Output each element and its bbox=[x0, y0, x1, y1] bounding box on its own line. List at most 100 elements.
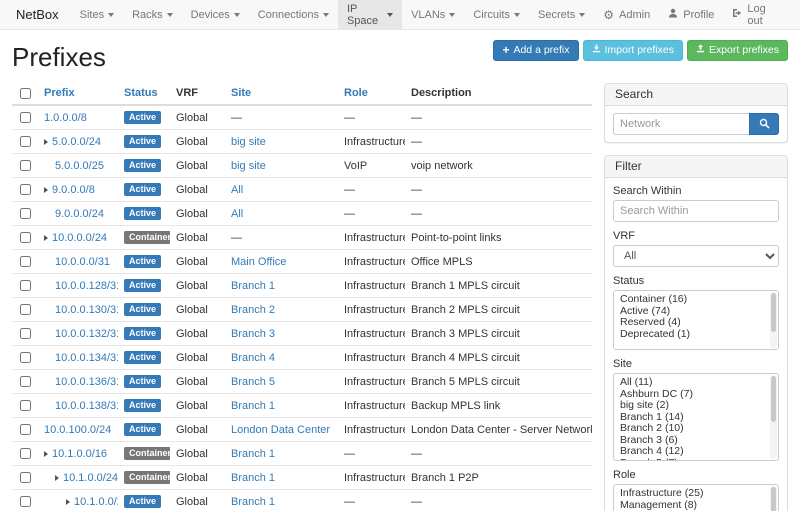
site-link[interactable]: Branch 4 bbox=[231, 352, 275, 364]
listbox-option[interactable]: Management (8) bbox=[614, 500, 778, 511]
site-link[interactable]: Branch 1 bbox=[231, 448, 275, 460]
site-link[interactable]: Branch 5 bbox=[231, 376, 275, 388]
nav-item-sites[interactable]: Sites bbox=[71, 0, 123, 29]
prefix-link[interactable]: 10.0.0.132/31 bbox=[55, 328, 118, 340]
row-checkbox[interactable] bbox=[20, 256, 31, 267]
row-checkbox[interactable] bbox=[20, 160, 31, 171]
nav-item-racks[interactable]: Racks bbox=[123, 0, 182, 29]
prefix-link[interactable]: 9.0.0.0/24 bbox=[55, 208, 104, 220]
listbox-option[interactable]: Branch 2 (10) bbox=[614, 423, 778, 435]
listbox-option[interactable]: All (11) bbox=[614, 377, 778, 389]
app-brand[interactable]: NetBox bbox=[10, 0, 71, 29]
site-link[interactable]: Branch 1 bbox=[231, 472, 275, 484]
prefix-link[interactable]: 10.0.0.138/31 bbox=[55, 400, 118, 412]
row-checkbox[interactable] bbox=[20, 184, 31, 195]
site-link[interactable]: Main Office bbox=[231, 256, 286, 268]
prefix-link[interactable]: 10.0.0.134/31 bbox=[55, 352, 118, 364]
nav-item-ip-space[interactable]: IP Space bbox=[338, 0, 402, 29]
prefix-link[interactable]: 9.0.0.0/8 bbox=[52, 184, 95, 196]
listbox-option[interactable]: Branch 1 (14) bbox=[614, 412, 778, 424]
site-listbox[interactable]: All (11)Ashburn DC (7)big site (2)Branch… bbox=[613, 373, 779, 461]
row-checkbox[interactable] bbox=[20, 208, 31, 219]
site-link[interactable]: Branch 3 bbox=[231, 328, 275, 340]
col-header-prefix[interactable]: Prefix bbox=[38, 83, 118, 105]
scrollbar[interactable] bbox=[770, 292, 777, 348]
site-link[interactable]: Branch 1 bbox=[231, 400, 275, 412]
listbox-option[interactable]: Infrastructure (25) bbox=[614, 488, 778, 500]
search-button[interactable] bbox=[749, 113, 779, 135]
prefix-link[interactable]: 10.1.0.0/24 bbox=[63, 472, 118, 484]
status-cell: Container bbox=[118, 226, 170, 250]
import-prefixes-button[interactable]: Import prefixes bbox=[583, 40, 683, 61]
listbox-option[interactable]: Container (16) bbox=[614, 294, 778, 306]
site-link[interactable]: Branch 1 bbox=[231, 280, 275, 292]
row-checkbox[interactable] bbox=[20, 472, 31, 483]
search-within-input[interactable] bbox=[613, 200, 779, 222]
row-checkbox[interactable] bbox=[20, 424, 31, 435]
prefix-link[interactable]: 10.0.0.130/31 bbox=[55, 304, 118, 316]
logout-link[interactable]: Log out bbox=[723, 0, 790, 29]
prefix-link[interactable]: 10.0.0.128/31 bbox=[55, 280, 118, 292]
status-listbox[interactable]: Container (16)Active (74)Reserved (4)Dep… bbox=[613, 290, 779, 350]
listbox-option[interactable]: Branch 5 (7) bbox=[614, 458, 778, 462]
col-header-site[interactable]: Site bbox=[225, 83, 338, 105]
row-checkbox[interactable] bbox=[20, 112, 31, 123]
prefix-link[interactable]: 5.0.0.0/25 bbox=[55, 160, 104, 172]
listbox-option[interactable]: Ashburn DC (7) bbox=[614, 389, 778, 401]
nav-item-devices[interactable]: Devices bbox=[182, 0, 249, 29]
site-link[interactable]: Branch 2 bbox=[231, 304, 275, 316]
row-checkbox[interactable] bbox=[20, 376, 31, 387]
search-input[interactable] bbox=[613, 113, 749, 135]
export-prefixes-button[interactable]: Export prefixes bbox=[687, 40, 788, 61]
scrollbar[interactable] bbox=[770, 486, 777, 511]
listbox-option[interactable]: Active (74) bbox=[614, 306, 778, 318]
admin-link[interactable]: ⚙︎ Admin bbox=[594, 0, 659, 29]
listbox-option[interactable]: Deprecated (1) bbox=[614, 329, 778, 341]
vrf-select[interactable]: All bbox=[613, 245, 779, 267]
scrollbar-thumb[interactable] bbox=[771, 376, 776, 422]
nav-item-secrets[interactable]: Secrets bbox=[529, 0, 594, 29]
listbox-option[interactable]: Reserved (4) bbox=[614, 317, 778, 329]
scrollbar-thumb[interactable] bbox=[771, 487, 776, 511]
nav-item-vlans[interactable]: VLANs bbox=[402, 0, 464, 29]
row-checkbox[interactable] bbox=[20, 304, 31, 315]
prefix-link[interactable]: 10.1.0.0/16 bbox=[52, 448, 107, 460]
col-header-role[interactable]: Role bbox=[338, 83, 405, 105]
role-listbox[interactable]: Infrastructure (25)Management (8)Private… bbox=[613, 484, 779, 511]
prefix-link[interactable]: 10.1.0.0/25 bbox=[74, 496, 118, 508]
description-cell: — bbox=[405, 490, 592, 511]
site-link[interactable]: All bbox=[231, 184, 243, 196]
row-checkbox[interactable] bbox=[20, 448, 31, 459]
row-checkbox[interactable] bbox=[20, 328, 31, 339]
select-all-checkbox[interactable] bbox=[20, 88, 31, 99]
scrollbar-thumb[interactable] bbox=[771, 293, 776, 332]
prefix-link[interactable]: 10.0.100.0/24 bbox=[44, 424, 111, 436]
nav-item-connections[interactable]: Connections bbox=[249, 0, 338, 29]
prefix-link[interactable]: 10.0.0.0/31 bbox=[55, 256, 110, 268]
listbox-option[interactable]: Branch 3 (6) bbox=[614, 435, 778, 447]
listbox-option[interactable]: big site (2) bbox=[614, 400, 778, 412]
prefix-link[interactable]: 10.0.0.136/31 bbox=[55, 376, 118, 388]
row-checkbox[interactable] bbox=[20, 280, 31, 291]
listbox-option[interactable]: Branch 4 (12) bbox=[614, 446, 778, 458]
row-checkbox[interactable] bbox=[20, 400, 31, 411]
row-checkbox[interactable] bbox=[20, 352, 31, 363]
prefix-link[interactable]: 5.0.0.0/24 bbox=[52, 136, 101, 148]
col-header-status[interactable]: Status bbox=[118, 83, 170, 105]
prefix-link[interactable]: 10.0.0.0/24 bbox=[52, 232, 107, 244]
row-checkbox[interactable] bbox=[20, 136, 31, 147]
prefix-link[interactable]: 1.0.0.0/8 bbox=[44, 112, 87, 124]
site-link[interactable]: big site bbox=[231, 160, 266, 172]
site-link[interactable]: All bbox=[231, 208, 243, 220]
profile-link[interactable]: Profile bbox=[659, 0, 723, 29]
nav-item-circuits[interactable]: Circuits bbox=[464, 0, 529, 29]
row-checkbox[interactable] bbox=[20, 496, 31, 507]
row-checkbox[interactable] bbox=[20, 232, 31, 243]
scrollbar[interactable] bbox=[770, 375, 777, 459]
site-link[interactable]: Branch 1 bbox=[231, 496, 275, 508]
site-link[interactable]: big site bbox=[231, 136, 266, 148]
site-link[interactable]: London Data Center bbox=[231, 424, 330, 436]
row-select-cell bbox=[12, 154, 38, 178]
vrf-cell: Global bbox=[170, 298, 225, 322]
add-prefix-button[interactable]: + Add a prefix bbox=[493, 40, 578, 61]
